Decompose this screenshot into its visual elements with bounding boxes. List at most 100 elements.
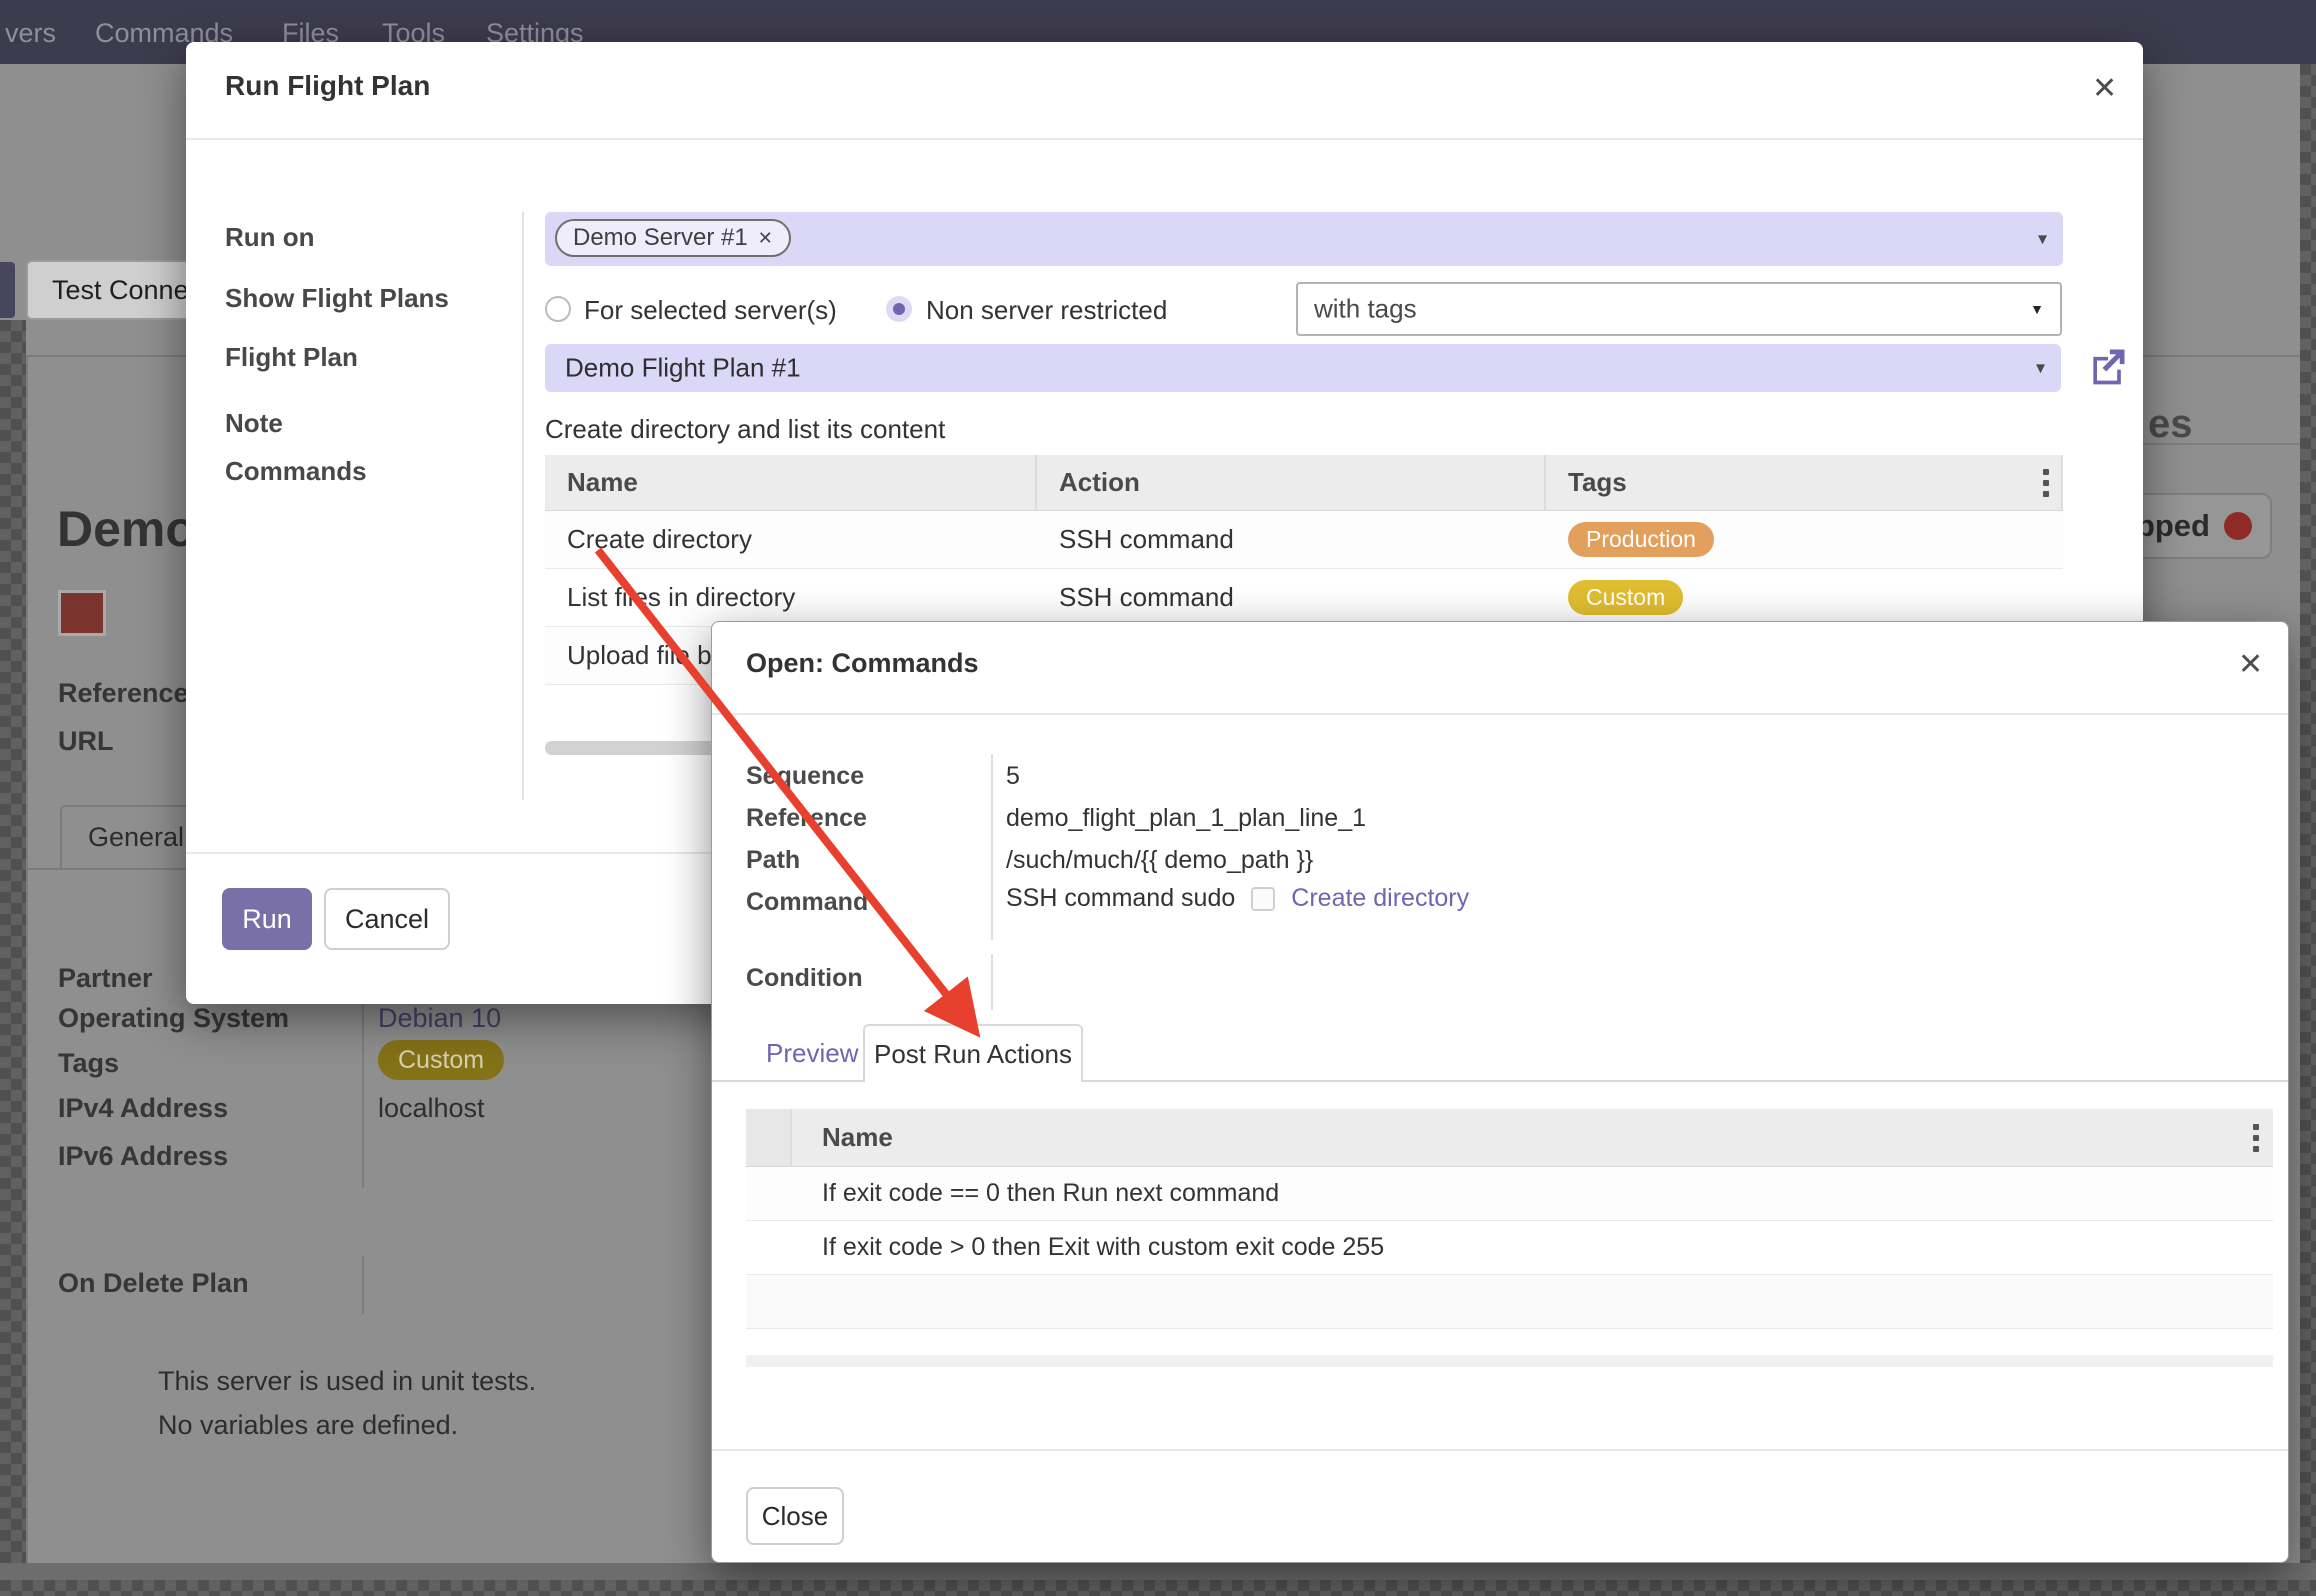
command-value: SSH command sudo bbox=[1006, 884, 1235, 913]
cancel-button[interactable]: Cancel bbox=[324, 888, 450, 950]
cell-tags: Production bbox=[1546, 522, 2063, 557]
left-edge-strip bbox=[0, 320, 26, 1580]
cell-name: If exit code > 0 then Exit with custom e… bbox=[746, 1233, 1384, 1262]
unit-test-note-line1: This server is used in unit tests. bbox=[158, 1366, 536, 1397]
table-options-icon[interactable] bbox=[2253, 1124, 2259, 1152]
command-label: Command bbox=[746, 888, 868, 917]
command-value-row: SSH command sudo Create directory bbox=[1006, 884, 1469, 913]
table-row[interactable]: Create directory SSH command Production bbox=[545, 511, 2063, 569]
table-row-empty bbox=[746, 1275, 2273, 1329]
with-tags-select[interactable]: with tags ▼ bbox=[1296, 282, 2062, 336]
column-header-name[interactable]: Name bbox=[545, 455, 1037, 510]
right-edge-strip bbox=[2300, 64, 2316, 1580]
show-flight-plans-label: Show Flight Plans bbox=[225, 283, 449, 314]
chevron-down-icon: ▾ bbox=[2036, 358, 2045, 379]
command-link[interactable]: Create directory bbox=[1291, 884, 1469, 913]
field-divider bbox=[991, 754, 993, 940]
ipv6-label: IPv6 Address bbox=[58, 1141, 228, 1172]
label-column-divider bbox=[522, 212, 524, 800]
tab-post-run-actions[interactable]: Post Run Actions bbox=[863, 1024, 1083, 1082]
background-heading-fragment: es bbox=[2148, 402, 2193, 447]
server-tag[interactable]: Demo Server #1 ✕ bbox=[555, 219, 791, 257]
ipv4-label: IPv4 Address bbox=[58, 1093, 228, 1124]
column-header-name[interactable]: Name bbox=[792, 1109, 2273, 1166]
cell-name: If exit code == 0 then Run next command bbox=[746, 1179, 1279, 1208]
run-on-field[interactable]: Demo Server #1 ✕ ▾ bbox=[545, 212, 2063, 266]
condition-label: Condition bbox=[746, 964, 863, 993]
collapsed-side-button[interactable] bbox=[0, 262, 15, 318]
modal-title: Run Flight Plan bbox=[225, 70, 430, 102]
run-button[interactable]: Run bbox=[222, 888, 312, 950]
chevron-down-icon[interactable]: ▾ bbox=[2038, 229, 2047, 250]
post-run-actions-table: Name If exit code == 0 then Run next com… bbox=[746, 1109, 2273, 1329]
sudo-checkbox[interactable] bbox=[1251, 887, 1275, 911]
radio-non-server-restricted-label[interactable]: Non server restricted bbox=[926, 295, 1167, 326]
tab-preview[interactable]: Preview bbox=[766, 1038, 858, 1069]
path-value: /such/much/{{ demo_path }} bbox=[1006, 846, 1313, 875]
open-commands-modal: Open: Commands ✕ Sequence 5 Reference de… bbox=[711, 621, 2289, 1563]
note-label: Note bbox=[225, 408, 283, 439]
close-icon[interactable]: ✕ bbox=[2238, 650, 2263, 680]
server-color-swatch[interactable] bbox=[58, 590, 106, 636]
status-label-fragment: pped bbox=[2136, 508, 2210, 544]
cell-action: SSH command bbox=[1037, 524, 1546, 555]
footer-divider bbox=[712, 1449, 2288, 1451]
table-header-row: Name Action Tags bbox=[545, 455, 2063, 511]
operating-system-label: Operating System bbox=[58, 1003, 289, 1034]
on-delete-plan-label: On Delete Plan bbox=[58, 1268, 249, 1299]
radio-for-selected-servers[interactable] bbox=[545, 296, 571, 322]
table-options-icon[interactable] bbox=[2043, 469, 2049, 497]
path-label: Path bbox=[746, 846, 800, 875]
screen: vers Commands Files Tools Settings Test … bbox=[0, 0, 2316, 1596]
cell-action: SSH command bbox=[1037, 582, 1546, 613]
url-label: URL bbox=[58, 726, 114, 757]
with-tags-value: with tags bbox=[1314, 294, 1417, 325]
cell-tags: Custom bbox=[1546, 580, 2063, 615]
modal-title: Open: Commands bbox=[746, 648, 979, 679]
cell-name: List files in directory bbox=[545, 582, 1037, 613]
tag-badge-production: Production bbox=[1568, 522, 1714, 557]
reference-value: demo_flight_plan_1_plan_line_1 bbox=[1006, 804, 1366, 833]
nav-item-servers[interactable]: vers bbox=[5, 18, 56, 49]
close-button[interactable]: Close bbox=[746, 1487, 844, 1545]
bottom-gray-strip bbox=[0, 1563, 2316, 1580]
content-card-border-left bbox=[26, 355, 28, 1563]
sequence-label: Sequence bbox=[746, 762, 864, 791]
condition-divider bbox=[991, 954, 993, 1010]
select-column[interactable] bbox=[746, 1109, 792, 1166]
external-link-icon[interactable] bbox=[2086, 344, 2130, 388]
unit-test-note-line2: No variables are defined. bbox=[158, 1410, 458, 1441]
table-header-row: Name bbox=[746, 1109, 2273, 1167]
table-row[interactable]: List files in directory SSH command Cust… bbox=[545, 569, 2063, 627]
run-on-label: Run on bbox=[225, 222, 315, 253]
partner-label: Partner bbox=[58, 963, 153, 994]
chevron-down-icon: ▼ bbox=[2030, 301, 2044, 317]
column-header-action[interactable]: Action bbox=[1037, 455, 1546, 510]
server-page-title: Demo bbox=[57, 500, 196, 558]
server-tag-label: Demo Server #1 bbox=[573, 224, 748, 252]
commands-label: Commands bbox=[225, 456, 367, 487]
ipv4-value: localhost bbox=[378, 1093, 485, 1124]
header-divider bbox=[712, 713, 2288, 715]
close-icon[interactable]: ✕ bbox=[2092, 74, 2117, 104]
header-divider bbox=[186, 138, 2143, 140]
operating-system-value[interactable]: Debian 10 bbox=[378, 1003, 501, 1034]
cell-name: Create directory bbox=[545, 524, 1037, 555]
table-row[interactable]: If exit code == 0 then Run next command bbox=[746, 1167, 2273, 1221]
field-divider bbox=[362, 1256, 364, 1314]
flight-plan-value: Demo Flight Plan #1 bbox=[565, 353, 801, 384]
status-dot-icon bbox=[2224, 512, 2252, 540]
tag-badge-custom: Custom bbox=[378, 1040, 504, 1080]
sequence-value: 5 bbox=[1006, 762, 1020, 791]
tag-remove-icon[interactable]: ✕ bbox=[758, 228, 773, 249]
flight-plan-select[interactable]: Demo Flight Plan #1 ▾ bbox=[545, 344, 2061, 392]
radio-non-server-restricted[interactable] bbox=[886, 296, 912, 322]
note-value: Create directory and list its content bbox=[545, 414, 945, 445]
tags-label: Tags bbox=[58, 1048, 119, 1079]
bottom-edge-strip bbox=[0, 1580, 2316, 1596]
tag-badge-custom: Custom bbox=[1568, 580, 1683, 615]
reference-label: Reference bbox=[746, 804, 867, 833]
table-row[interactable]: If exit code > 0 then Exit with custom e… bbox=[746, 1221, 2273, 1275]
radio-for-selected-servers-label[interactable]: For selected server(s) bbox=[584, 295, 837, 326]
column-header-tags[interactable]: Tags bbox=[1546, 455, 2063, 510]
